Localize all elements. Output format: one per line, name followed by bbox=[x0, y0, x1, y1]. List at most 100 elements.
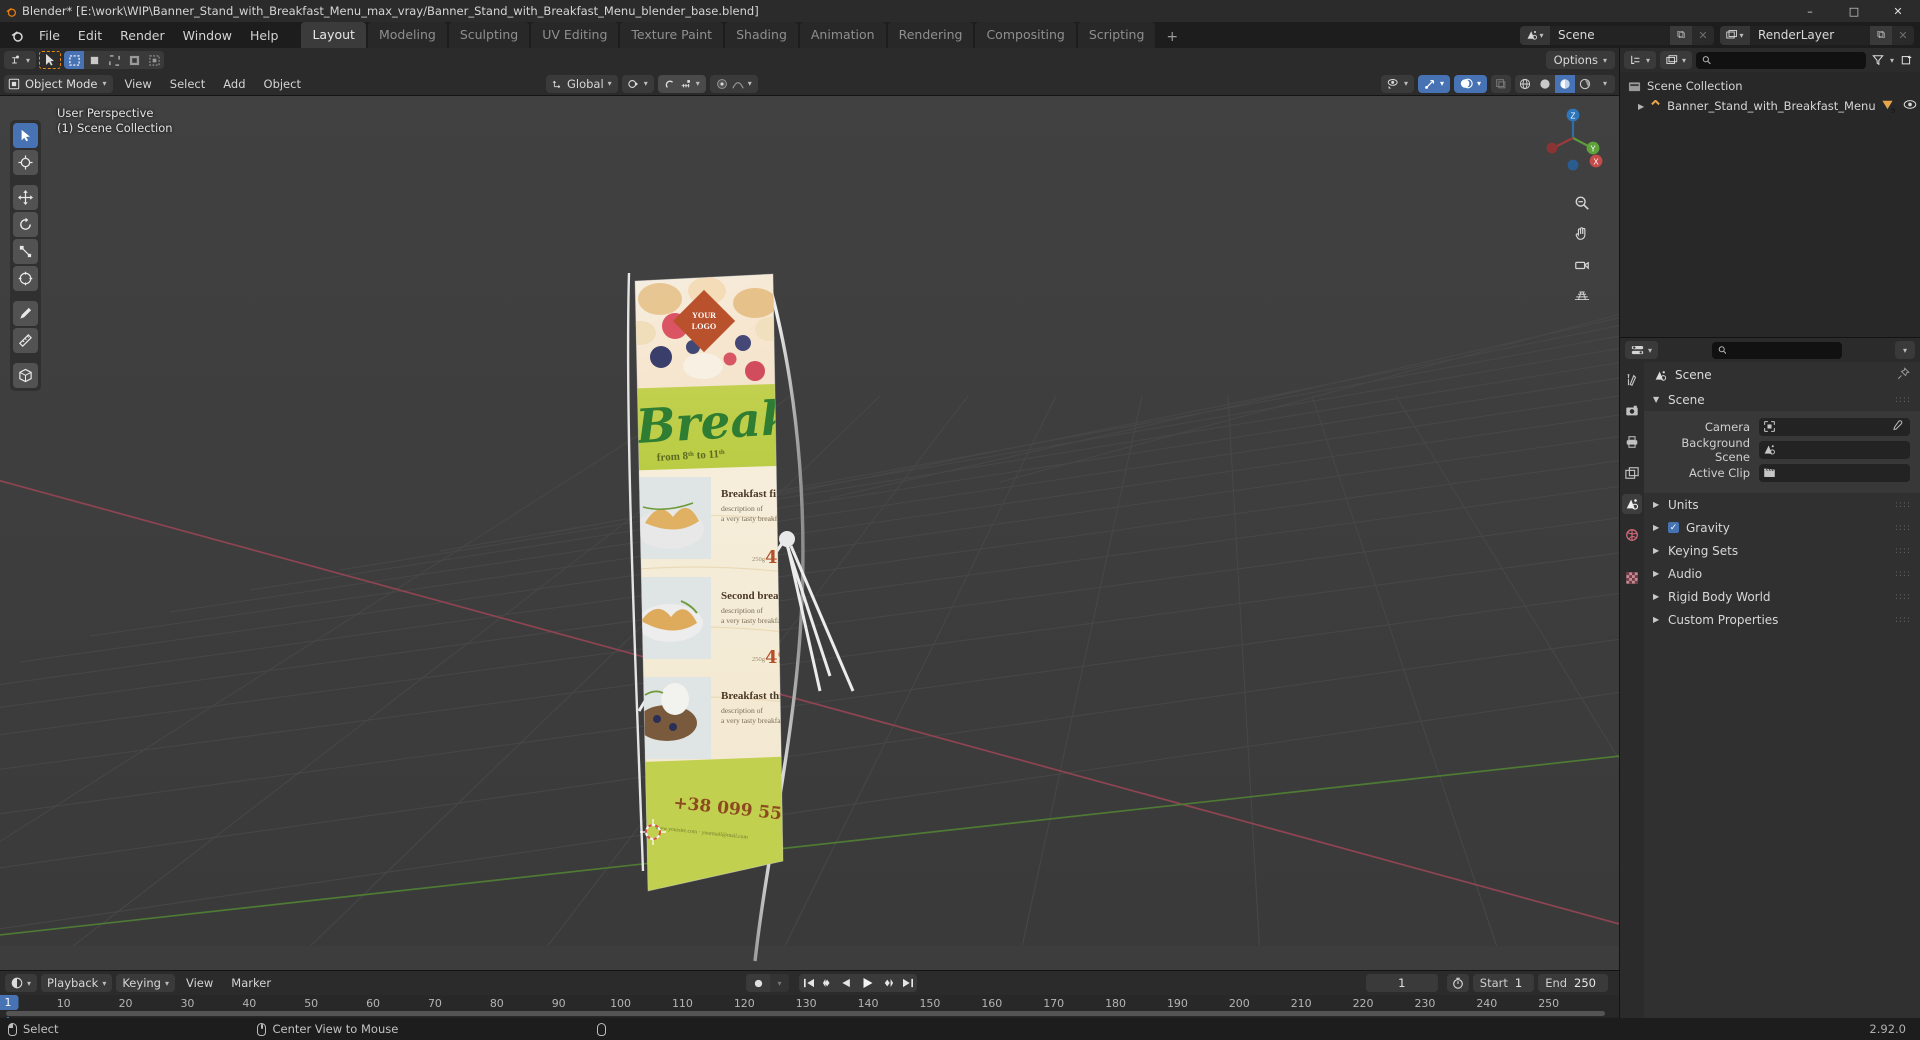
proportional-editing-icon[interactable]: ▾ bbox=[709, 74, 758, 93]
tab-animation[interactable]: Animation bbox=[799, 22, 886, 48]
snap-magnet-icon[interactable]: ▾ bbox=[657, 74, 706, 93]
menu-edit[interactable]: Edit bbox=[69, 22, 111, 48]
play-button[interactable] bbox=[856, 974, 879, 992]
tab-scripting[interactable]: Scripting bbox=[1077, 22, 1156, 48]
blender-logo-icon[interactable] bbox=[4, 22, 30, 48]
tab-shading[interactable]: Shading bbox=[725, 22, 798, 48]
new-collection-icon[interactable] bbox=[1898, 51, 1916, 69]
timeline-playhead[interactable]: 1 bbox=[0, 995, 19, 1010]
outliner-display-mode-icon[interactable]: ▾ bbox=[1624, 51, 1657, 69]
tweak-select-box-tool-icon[interactable] bbox=[13, 123, 38, 148]
timeline-menu-view[interactable]: View bbox=[179, 974, 220, 992]
pin-icon[interactable] bbox=[1897, 367, 1910, 383]
properties-editor-icon[interactable]: ▾ bbox=[1625, 341, 1659, 359]
timeline-menu-keying[interactable]: Keying ▾ bbox=[116, 974, 175, 992]
menu-file[interactable]: File bbox=[30, 22, 69, 48]
shading-solid-icon[interactable] bbox=[1535, 75, 1555, 93]
pan-hand-icon[interactable] bbox=[1571, 223, 1593, 245]
jump-to-start-button[interactable] bbox=[799, 974, 818, 992]
tab-world-icon[interactable] bbox=[1622, 525, 1642, 545]
measure-tool-icon[interactable] bbox=[13, 328, 38, 353]
tab-view-layer-icon[interactable] bbox=[1622, 463, 1642, 483]
panel-header-gravity[interactable]: ▶ ✓ Gravity :::: bbox=[1644, 516, 1920, 539]
field-background-scene[interactable] bbox=[1759, 440, 1910, 459]
add-cube-tool-icon[interactable] bbox=[13, 363, 38, 388]
pivot-point-icon[interactable]: ▾ bbox=[621, 74, 654, 93]
menu-help[interactable]: Help bbox=[241, 22, 288, 48]
shading-mode-group[interactable]: ▾ bbox=[1515, 74, 1615, 93]
tab-rendering[interactable]: Rendering bbox=[887, 22, 974, 48]
properties-options-dropdown-icon[interactable]: ▾ bbox=[1894, 341, 1915, 359]
timeline-scrollbar[interactable] bbox=[6, 1011, 1605, 1016]
outliner-tree[interactable]: Scene Collection ▶ Banner_Stand_with_Bre… bbox=[1620, 72, 1920, 337]
tab-uv-editing[interactable]: UV Editing bbox=[531, 22, 619, 48]
move-tool-icon[interactable] bbox=[13, 185, 38, 210]
panel-header-rigid-body-world[interactable]: ▶ Rigid Body World :::: bbox=[1644, 585, 1920, 608]
view-layer-selector[interactable]: ▾ RenderLayer ⧉ ✕ bbox=[1720, 25, 1914, 45]
gizmo-icon[interactable]: ▾ bbox=[1417, 74, 1450, 93]
scale-tool-icon[interactable] bbox=[13, 239, 38, 264]
properties-search-input[interactable] bbox=[1711, 341, 1842, 359]
viewport-menu-view[interactable]: View bbox=[117, 75, 158, 93]
timeline-track[interactable] bbox=[0, 1011, 1619, 1018]
minimize-button[interactable]: – bbox=[1788, 0, 1832, 22]
maximize-button[interactable]: □ bbox=[1832, 0, 1876, 22]
tab-scene-icon[interactable] bbox=[1622, 494, 1642, 514]
new-scene-button[interactable]: ⧉ bbox=[1670, 25, 1692, 45]
zoom-icon[interactable] bbox=[1571, 192, 1593, 214]
timeline-menu-marker[interactable]: Marker bbox=[224, 974, 278, 992]
close-button[interactable]: ✕ bbox=[1876, 0, 1920, 22]
shading-wireframe-icon[interactable] bbox=[1515, 75, 1535, 93]
3d-viewport[interactable]: YOUR LOGO Breakfast from 8ᵗʰ to 11ᵗʰ Bre… bbox=[0, 96, 1619, 970]
camera-icon[interactable] bbox=[1571, 254, 1593, 276]
transform-tool-icon[interactable] bbox=[13, 266, 38, 291]
current-frame-field[interactable]: 1 bbox=[1365, 974, 1438, 992]
jump-to-end-button[interactable] bbox=[898, 974, 917, 992]
tab-sculpting[interactable]: Sculpting bbox=[448, 22, 530, 48]
tab-modeling[interactable]: Modeling bbox=[367, 22, 447, 48]
frame-end-field[interactable]: End 250 bbox=[1538, 974, 1608, 992]
active-tool-cursor-icon[interactable] bbox=[39, 51, 62, 69]
tab-tool-icon[interactable] bbox=[1622, 370, 1642, 390]
add-workspace-button[interactable]: + bbox=[1157, 26, 1187, 48]
field-camera[interactable] bbox=[1759, 417, 1910, 436]
play-reverse-button[interactable] bbox=[837, 974, 856, 992]
view-layer-name[interactable]: RenderLayer bbox=[1750, 25, 1870, 45]
editor-type-icon[interactable]: ▾ bbox=[4, 51, 37, 69]
annotate-tool-icon[interactable] bbox=[13, 301, 38, 326]
remove-scene-button[interactable]: ✕ bbox=[1692, 25, 1714, 45]
panel-header-units[interactable]: ▶ Units :::: bbox=[1644, 493, 1920, 516]
expand-triangle-icon[interactable]: ▶ bbox=[1638, 102, 1644, 111]
outliner-filter-scope-icon[interactable]: ▾ bbox=[1660, 51, 1693, 69]
tab-compositing[interactable]: Compositing bbox=[975, 22, 1076, 48]
playback-transport[interactable] bbox=[799, 974, 918, 992]
select-subtract-icon[interactable] bbox=[104, 51, 124, 69]
outliner-search-field[interactable] bbox=[1715, 53, 1860, 67]
auto-keying-record-icon[interactable] bbox=[746, 974, 770, 992]
jump-prev-keyframe-button[interactable] bbox=[818, 974, 837, 992]
remove-view-layer-button[interactable]: ✕ bbox=[1892, 25, 1914, 45]
panel-header-audio[interactable]: ▶ Audio :::: bbox=[1644, 562, 1920, 585]
tab-render-icon[interactable] bbox=[1622, 401, 1642, 421]
filter-funnel-icon[interactable] bbox=[1870, 51, 1886, 69]
timeline-editor-icon[interactable]: ▾ bbox=[5, 974, 38, 992]
shading-material-preview-icon[interactable] bbox=[1555, 74, 1575, 93]
shading-dropdown-icon[interactable]: ▾ bbox=[1595, 75, 1615, 93]
gravity-checkbox[interactable]: ✓ bbox=[1668, 522, 1679, 533]
outliner-row-banner-object[interactable]: ▶ Banner_Stand_with_Breakfast_Menu 9 bbox=[1620, 96, 1920, 116]
rotate-tool-icon[interactable] bbox=[13, 212, 38, 237]
select-set-icon[interactable] bbox=[64, 51, 85, 69]
tab-texture-paint[interactable]: Texture Paint bbox=[620, 22, 724, 48]
tab-layout[interactable]: Layout bbox=[301, 22, 366, 48]
object-mode-selector[interactable]: Object Mode ▾ bbox=[4, 74, 114, 93]
ortho-persp-grid-icon[interactable] bbox=[1571, 285, 1593, 307]
show-hide-icon[interactable]: ▾ bbox=[1380, 74, 1414, 93]
field-active-clip[interactable] bbox=[1759, 463, 1910, 482]
jump-next-keyframe-button[interactable] bbox=[879, 974, 898, 992]
cursor-tool-icon[interactable] bbox=[13, 150, 38, 175]
panel-header-custom-properties[interactable]: ▶ Custom Properties :::: bbox=[1644, 608, 1920, 631]
new-view-layer-button[interactable]: ⧉ bbox=[1870, 25, 1892, 45]
overlays-icon[interactable]: ▾ bbox=[1453, 74, 1487, 93]
panel-header-keying-sets[interactable]: ▶ Keying Sets :::: bbox=[1644, 539, 1920, 562]
select-intersect-icon[interactable] bbox=[144, 51, 164, 69]
